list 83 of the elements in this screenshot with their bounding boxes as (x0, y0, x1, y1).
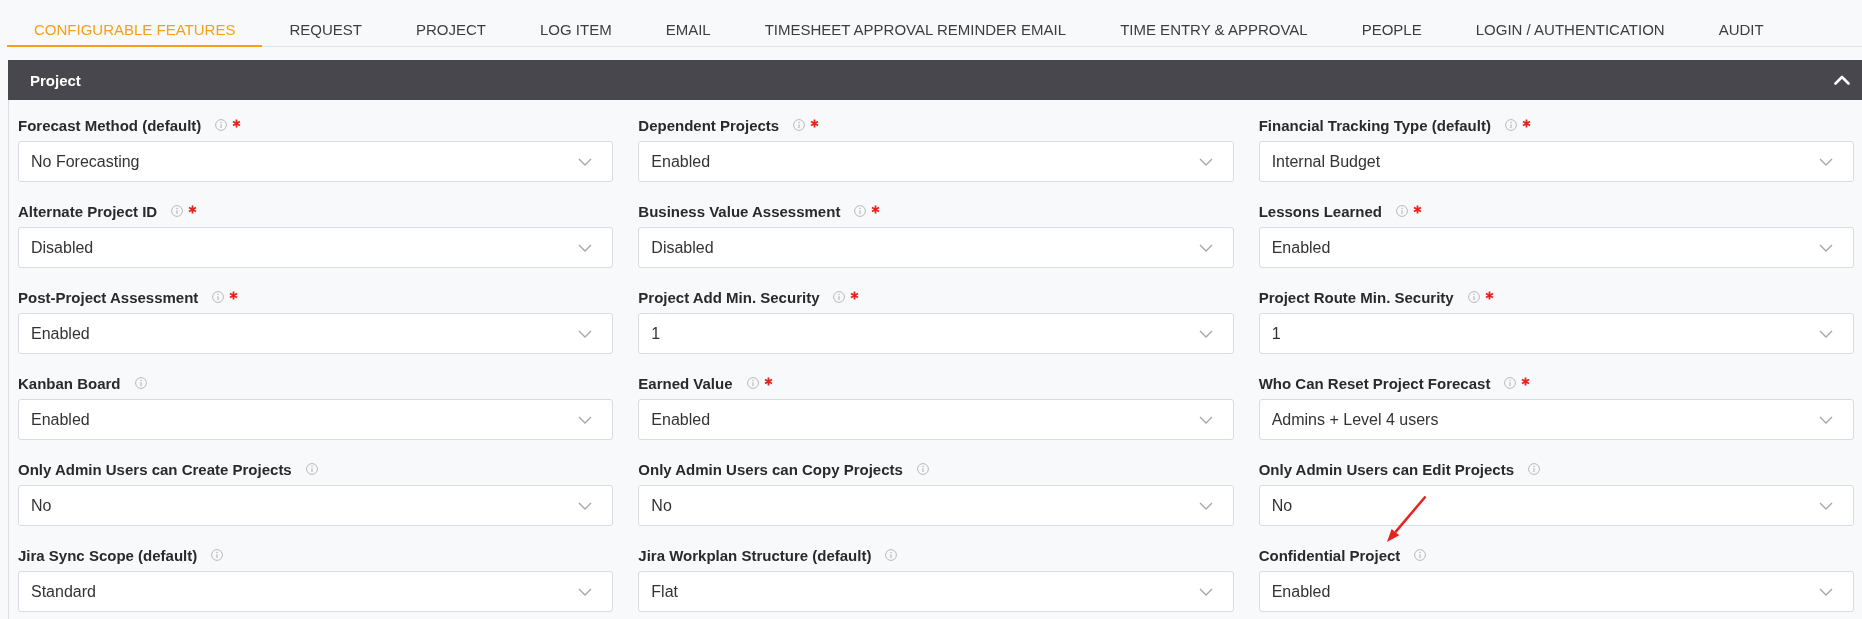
tab[interactable]: LOG ITEM (512, 0, 639, 47)
info-icon (215, 119, 228, 131)
tab[interactable]: TIMESHEET APPROVAL REMINDER EMAIL (737, 0, 1094, 47)
field-label: Confidential Project (1258, 546, 1401, 564)
info-icon (885, 549, 898, 561)
chevron-down-icon (1819, 587, 1833, 596)
field-label: Earned Value (638, 374, 733, 392)
chevron-down-icon (1819, 243, 1833, 252)
chevron-down-icon (1819, 501, 1833, 510)
info-icon (746, 377, 759, 389)
field-label: Project Route Min. Security (1258, 288, 1454, 306)
info-icon (1467, 291, 1480, 303)
tab[interactable]: LOGIN / AUTHENTICATION (1448, 0, 1692, 47)
tab[interactable]: AUDIT (1691, 0, 1791, 47)
field-label: Dependent Projects (638, 116, 780, 134)
chevron-down-icon (1819, 329, 1833, 338)
tab[interactable]: PROJECT (388, 0, 513, 47)
tab[interactable]: TIME ENTRY & APPROVAL (1093, 0, 1335, 47)
chevron-down-icon (1198, 243, 1213, 252)
dropdown[interactable]: No (1258, 485, 1854, 526)
dropdown[interactable]: 1 (1258, 313, 1854, 354)
chevron-down-icon (1198, 501, 1213, 510)
info-icon (833, 291, 846, 303)
info-icon (793, 119, 806, 131)
chevron-down-icon (1198, 329, 1213, 338)
dropdown[interactable]: Enabled (638, 141, 1234, 182)
tab[interactable]: REQUEST (262, 0, 389, 47)
info-icon (1396, 205, 1409, 217)
info-icon (1414, 549, 1427, 561)
dropdown[interactable]: Enabled (18, 399, 614, 440)
chevron-down-icon (1819, 415, 1833, 424)
info-icon (1528, 463, 1540, 475)
dropdown[interactable]: Enabled (638, 399, 1234, 440)
info-icon (134, 377, 147, 389)
dropdown[interactable]: Enabled (18, 313, 614, 354)
dropdown[interactable]: No (18, 485, 614, 526)
tab[interactable]: PEOPLE (1334, 0, 1449, 47)
chevron-down-icon (578, 329, 593, 338)
chevron-up-icon[interactable] (1834, 75, 1850, 85)
field-label: Financial Tracking Type (default) (1258, 116, 1491, 134)
dropdown[interactable]: Admins + Level 4 users (1258, 399, 1854, 440)
field-label: Alternate Project ID (18, 202, 158, 220)
field-label: Only Admin Users can Create Projects (18, 460, 292, 478)
field-label: Only Admin Users can Edit Projects (1258, 460, 1514, 478)
dropdown[interactable]: Standard (18, 571, 614, 612)
info-icon (854, 205, 867, 217)
field-label: Post-Project Assessment (18, 288, 199, 306)
chevron-down-icon (578, 501, 593, 510)
chevron-down-icon (578, 157, 593, 166)
field-label: Lessons Learned (1258, 202, 1383, 220)
info-icon (1504, 119, 1517, 131)
field-label: Only Admin Users can Copy Projects (638, 460, 903, 478)
dropdown[interactable]: Disabled (18, 227, 614, 268)
dropdown[interactable]: No Forecasting (18, 141, 614, 182)
dropdown[interactable]: Disabled (638, 227, 1234, 268)
field-label: Forecast Method (default) (18, 116, 202, 134)
chevron-down-icon (578, 243, 593, 252)
field-label: Who Can Reset Project Forecast (1258, 374, 1491, 392)
info-icon (916, 463, 929, 475)
dropdown[interactable]: No (638, 485, 1234, 526)
tab[interactable]: EMAIL (638, 0, 738, 47)
field-label: Project Add Min. Security (638, 288, 820, 306)
dropdown[interactable]: Internal Budget (1258, 141, 1854, 182)
dropdown[interactable]: Enabled (1258, 571, 1854, 612)
chevron-down-icon (578, 587, 593, 596)
info-icon (211, 549, 224, 561)
chevron-down-icon (1198, 157, 1213, 166)
dropdown[interactable]: 1 (638, 313, 1234, 354)
field-label: Business Value Assessment (638, 202, 841, 220)
info-icon (212, 291, 225, 303)
chevron-down-icon (1198, 415, 1213, 424)
dropdown[interactable]: Enabled (1258, 227, 1854, 268)
chevron-down-icon (1198, 587, 1213, 596)
chevron-down-icon (1819, 157, 1833, 166)
section-title: Project (30, 71, 81, 89)
chevron-down-icon (578, 415, 593, 424)
info-icon (305, 463, 318, 475)
dropdown[interactable]: Flat (638, 571, 1234, 612)
field-label: Jira Workplan Structure (default) (638, 546, 872, 564)
field-label: Kanban Board (18, 374, 121, 392)
info-icon (1504, 377, 1517, 389)
info-icon (171, 205, 184, 217)
field-label: Jira Sync Scope (default) (18, 546, 198, 564)
